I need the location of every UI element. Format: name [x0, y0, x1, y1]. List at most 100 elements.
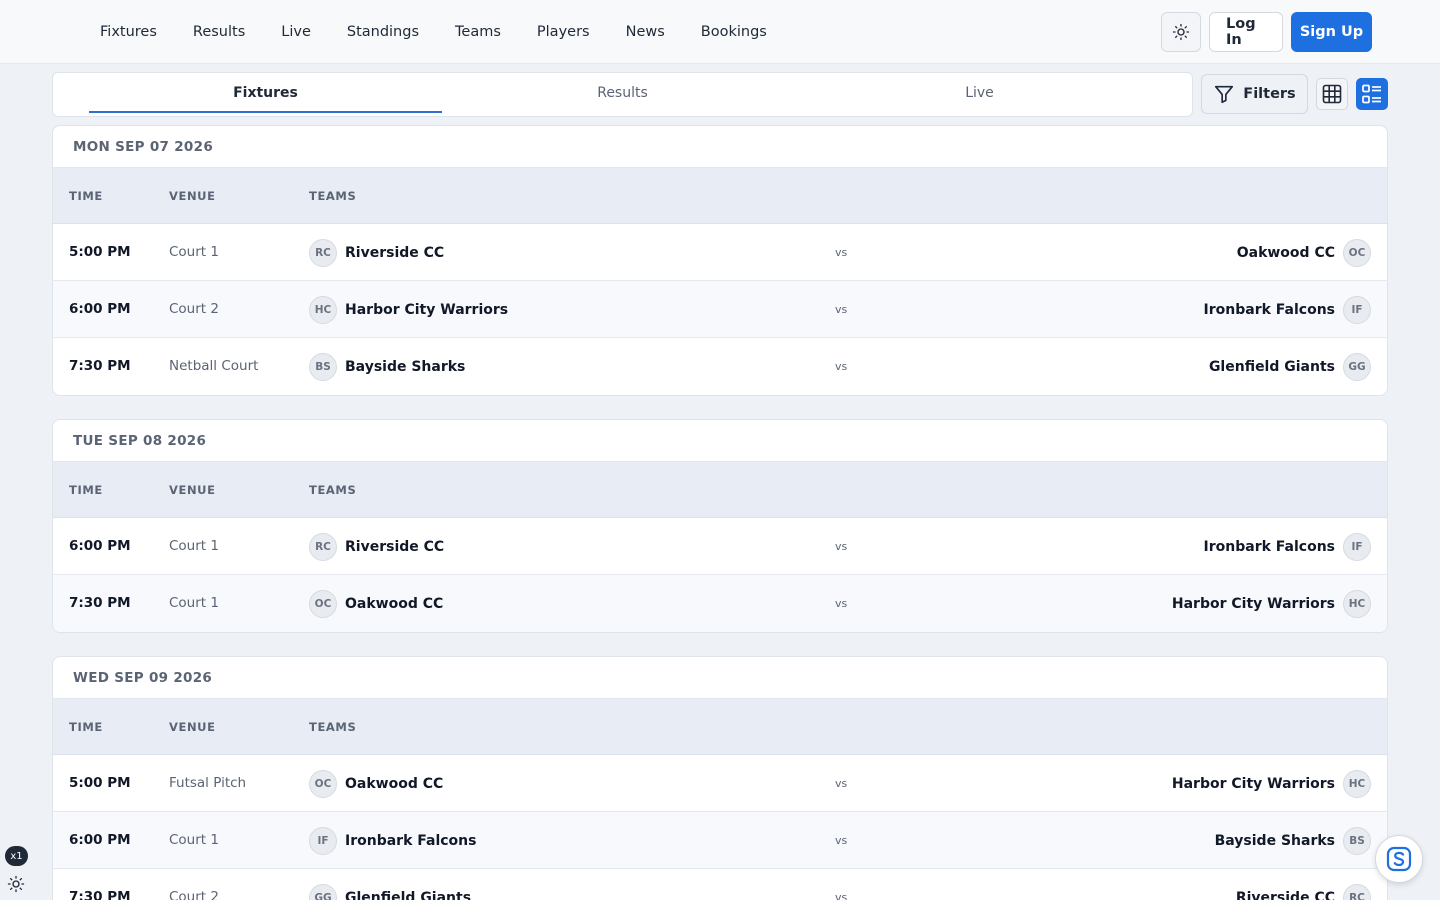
home-team: BS Bayside Sharks — [309, 353, 465, 381]
signup-button[interactable]: Sign Up — [1291, 12, 1372, 52]
nav-link-teams[interactable]: Teams — [455, 24, 501, 40]
home-team: OC Oakwood CC — [309, 590, 443, 618]
team-name: Ironbark Falcons — [1203, 302, 1335, 318]
match-row[interactable]: 7:30 PM Netball Court BS Bayside Sharks … — [53, 338, 1387, 395]
sun-icon[interactable] — [7, 875, 25, 893]
match-time: 6:00 PM — [69, 301, 131, 317]
filter-icon — [1215, 85, 1234, 104]
login-button[interactable]: Log In — [1209, 12, 1283, 52]
speed-badge[interactable]: x1 — [5, 846, 28, 866]
home-team: IF Ironbark Falcons — [309, 827, 476, 855]
away-team: Ironbark Falcons IF — [1204, 296, 1371, 324]
col-time: TIME — [69, 483, 103, 497]
home-team: RC Riverside CC — [309, 239, 444, 267]
home-team: GG Glenfield Giants — [309, 884, 471, 900]
team-name: Riverside CC — [345, 539, 445, 555]
home-team: OC Oakwood CC — [309, 770, 443, 798]
match-row[interactable]: 5:00 PM Court 1 RC Riverside CC vs Oakwo… — [53, 224, 1387, 281]
col-teams: TEAMS — [309, 483, 357, 497]
vs-label: vs — [835, 777, 848, 790]
nav-link-standings[interactable]: Standings — [347, 24, 419, 40]
match-row[interactable]: 6:00 PM Court 1 IF Ironbark Falcons vs B… — [53, 812, 1387, 869]
team-avatar: BS — [1343, 827, 1371, 855]
team-name: Glenfield Giants — [345, 890, 472, 900]
day-date: TUE SEP 08 2026 — [53, 420, 1387, 462]
match-venue: Court 2 — [169, 301, 219, 317]
team-name: Ironbark Falcons — [1203, 539, 1335, 555]
match-row[interactable]: 6:00 PM Court 1 RC Riverside CC vs Ironb… — [53, 518, 1387, 575]
team-name: Bayside Sharks — [1214, 833, 1335, 849]
team-avatar: OC — [309, 590, 337, 618]
match-row[interactable]: 7:30 PM Court 2 GG Glenfield Giants vs R… — [53, 869, 1387, 900]
tab-live[interactable]: Live — [803, 73, 1156, 113]
day-card: MON SEP 07 2026 TIME VENUE TEAMS 5:00 PM… — [52, 125, 1388, 396]
col-teams: TEAMS — [309, 189, 357, 203]
match-time: 6:00 PM — [69, 538, 131, 554]
table-header: TIME VENUE TEAMS — [53, 699, 1387, 755]
away-team: Ironbark Falcons IF — [1204, 533, 1371, 561]
nav-link-bookings[interactable]: Bookings — [701, 24, 767, 40]
col-time: TIME — [69, 720, 103, 734]
match-venue: Court 1 — [169, 595, 219, 611]
match-time: 6:00 PM — [69, 832, 131, 848]
chat-assistant-button[interactable] — [1375, 835, 1423, 883]
assistant-icon — [1386, 846, 1412, 872]
filters-button[interactable]: Filters — [1201, 74, 1308, 114]
team-avatar: GG — [1343, 353, 1371, 381]
vs-label: vs — [835, 834, 848, 847]
team-name: Oakwood CC — [1236, 245, 1335, 261]
main-nav: Fixtures Results Live Standings Teams Pl… — [100, 0, 803, 64]
team-name: Oakwood CC — [345, 776, 444, 792]
vs-label: vs — [835, 246, 848, 259]
match-row[interactable]: 5:00 PM Futsal Pitch OC Oakwood CC vs Ha… — [53, 755, 1387, 812]
match-venue: Court 1 — [169, 538, 219, 554]
team-avatar: RC — [309, 533, 337, 561]
vs-label: vs — [835, 891, 848, 900]
away-team: Oakwood CC OC — [1237, 239, 1371, 267]
team-avatar: HC — [1343, 770, 1371, 798]
col-venue: VENUE — [169, 483, 216, 497]
nav-link-fixtures[interactable]: Fixtures — [100, 24, 157, 40]
away-team: Riverside CC RC — [1236, 884, 1371, 900]
day-date: WED SEP 09 2026 — [53, 657, 1387, 699]
team-name: Riverside CC — [345, 245, 445, 261]
nav-link-players[interactable]: Players — [537, 24, 590, 40]
nav-actions: Log In Sign Up — [1161, 12, 1372, 52]
grid-view-button[interactable] — [1316, 78, 1348, 110]
sun-icon — [1172, 23, 1190, 41]
tab-results[interactable]: Results — [446, 73, 799, 113]
vs-label: vs — [835, 597, 848, 610]
theme-toggle-button[interactable] — [1161, 12, 1201, 52]
team-avatar: HC — [1343, 590, 1371, 618]
tab-fixtures[interactable]: Fixtures — [89, 73, 442, 113]
team-name: Harbor City Warriors — [1171, 596, 1335, 612]
vs-label: vs — [835, 540, 848, 553]
home-team: HC Harbor City Warriors — [309, 296, 508, 324]
match-row[interactable]: 7:30 PM Court 1 OC Oakwood CC vs Harbor … — [53, 575, 1387, 632]
team-avatar: OC — [309, 770, 337, 798]
match-time: 5:00 PM — [69, 775, 131, 791]
nav-link-live[interactable]: Live — [281, 24, 311, 40]
away-team: Bayside Sharks BS — [1215, 827, 1371, 855]
vs-label: vs — [835, 360, 848, 373]
team-name: Glenfield Giants — [1208, 359, 1335, 375]
away-team: Harbor City Warriors HC — [1172, 590, 1371, 618]
team-avatar: OC — [1343, 239, 1371, 267]
team-avatar: GG — [309, 884, 337, 900]
match-time: 7:30 PM — [69, 595, 131, 611]
nav-link-news[interactable]: News — [626, 24, 665, 40]
match-row[interactable]: 6:00 PM Court 2 HC Harbor City Warriors … — [53, 281, 1387, 338]
team-avatar: IF — [1343, 296, 1371, 324]
list-view-button[interactable] — [1356, 78, 1388, 110]
vs-label: vs — [835, 303, 848, 316]
day-card: WED SEP 09 2026 TIME VENUE TEAMS 5:00 PM… — [52, 656, 1388, 900]
match-venue: Futsal Pitch — [169, 775, 247, 791]
day-date: MON SEP 07 2026 — [53, 126, 1387, 168]
away-team: Glenfield Giants GG — [1209, 353, 1371, 381]
home-team: RC Riverside CC — [309, 533, 444, 561]
team-avatar: IF — [309, 827, 337, 855]
nav-link-results[interactable]: Results — [193, 24, 245, 40]
team-avatar: HC — [309, 296, 337, 324]
team-name: Harbor City Warriors — [1171, 776, 1335, 792]
team-name: Bayside Sharks — [345, 359, 466, 375]
